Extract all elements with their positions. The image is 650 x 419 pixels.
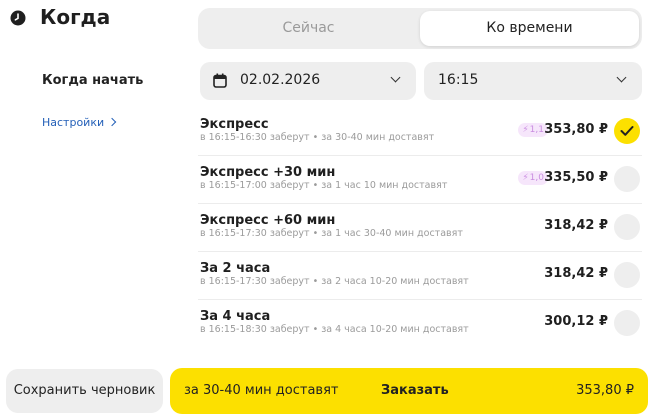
time-picker[interactable]: 16:15 xyxy=(424,62,642,100)
option-name: Экспресс xyxy=(200,117,269,132)
delivery-options-list: Экспресс в 16:15-16:30 заберут • за 30-4… xyxy=(198,108,642,347)
option-details: в 16:15-17:30 заберут • за 1 час 30-40 м… xyxy=(200,228,463,239)
option-details: в 16:15-17:00 заберут • за 1 час 10 мин … xyxy=(200,180,448,191)
surge-value: 1,0 xyxy=(529,173,544,183)
option-price: 318,42 ₽ xyxy=(544,266,608,281)
option-radio[interactable] xyxy=(614,310,640,336)
option-name: За 2 часа xyxy=(200,261,271,276)
chevron-down-icon xyxy=(390,72,401,83)
tab-scheduled[interactable]: Ко времени xyxy=(420,11,639,46)
date-value: 02.02.2026 xyxy=(240,72,321,88)
option-radio[interactable] xyxy=(614,214,640,240)
option-name: За 4 часа xyxy=(200,309,271,324)
order-button[interactable]: за 30-40 мин доставят Заказать 353,80 ₽ xyxy=(170,368,648,414)
lightning-icon: ⚡ xyxy=(522,173,529,183)
start-label: Когда начать xyxy=(42,73,144,88)
order-eta: за 30-40 мин доставят xyxy=(184,383,339,398)
option-price: 335,50 ₽ xyxy=(544,170,608,185)
option-radio[interactable] xyxy=(614,166,640,192)
option-radio[interactable] xyxy=(614,262,640,288)
settings-link[interactable]: Настройки xyxy=(42,116,117,129)
lightning-icon: ⚡ xyxy=(522,125,529,135)
option-price: 300,12 ₽ xyxy=(544,314,608,329)
settings-link-label: Настройки xyxy=(42,116,105,129)
option-row-express-60[interactable]: Экспресс +60 мин в 16:15-17:30 заберут •… xyxy=(198,204,642,252)
page-title: Когда xyxy=(40,5,111,29)
date-picker[interactable]: 02.02.2026 xyxy=(200,62,416,100)
option-details: в 16:15-16:30 заберут • за 30-40 мин дос… xyxy=(200,132,435,143)
tab-now[interactable]: Сейчас xyxy=(201,11,416,46)
option-row-express-30[interactable]: Экспресс +30 мин в 16:15-17:00 заберут •… xyxy=(198,156,642,204)
option-details: в 16:15-17:30 заберут • за 2 часа 10-20 … xyxy=(200,276,469,287)
option-row-4h[interactable]: За 4 часа в 16:15-18:30 заберут • за 4 ч… xyxy=(198,300,642,347)
calendar-icon xyxy=(213,73,227,88)
clock-icon xyxy=(10,10,26,26)
option-row-2h[interactable]: За 2 часа в 16:15-17:30 заберут • за 2 ч… xyxy=(198,252,642,300)
option-row-express[interactable]: Экспресс в 16:15-16:30 заберут • за 30-4… xyxy=(198,108,642,156)
chevron-right-icon xyxy=(107,117,117,127)
option-price: 318,42 ₽ xyxy=(544,218,608,233)
order-price: 353,80 ₽ xyxy=(576,383,634,398)
save-draft-button[interactable]: Сохранить черновик xyxy=(6,369,163,413)
option-name: Экспресс +30 мин xyxy=(200,165,336,180)
option-name: Экспресс +60 мин xyxy=(200,213,336,228)
chevron-down-icon xyxy=(616,72,627,83)
order-label: Заказать xyxy=(381,383,449,398)
option-price: 353,80 ₽ xyxy=(544,122,608,137)
option-details: в 16:15-18:30 заберут • за 4 часа 10-20 … xyxy=(200,324,469,335)
time-value: 16:15 xyxy=(438,72,479,88)
option-radio-selected[interactable] xyxy=(614,118,640,144)
mode-switch: Сейчас Ко времени xyxy=(198,8,642,49)
check-icon xyxy=(620,126,634,136)
surge-value: 1,1 xyxy=(529,125,544,135)
